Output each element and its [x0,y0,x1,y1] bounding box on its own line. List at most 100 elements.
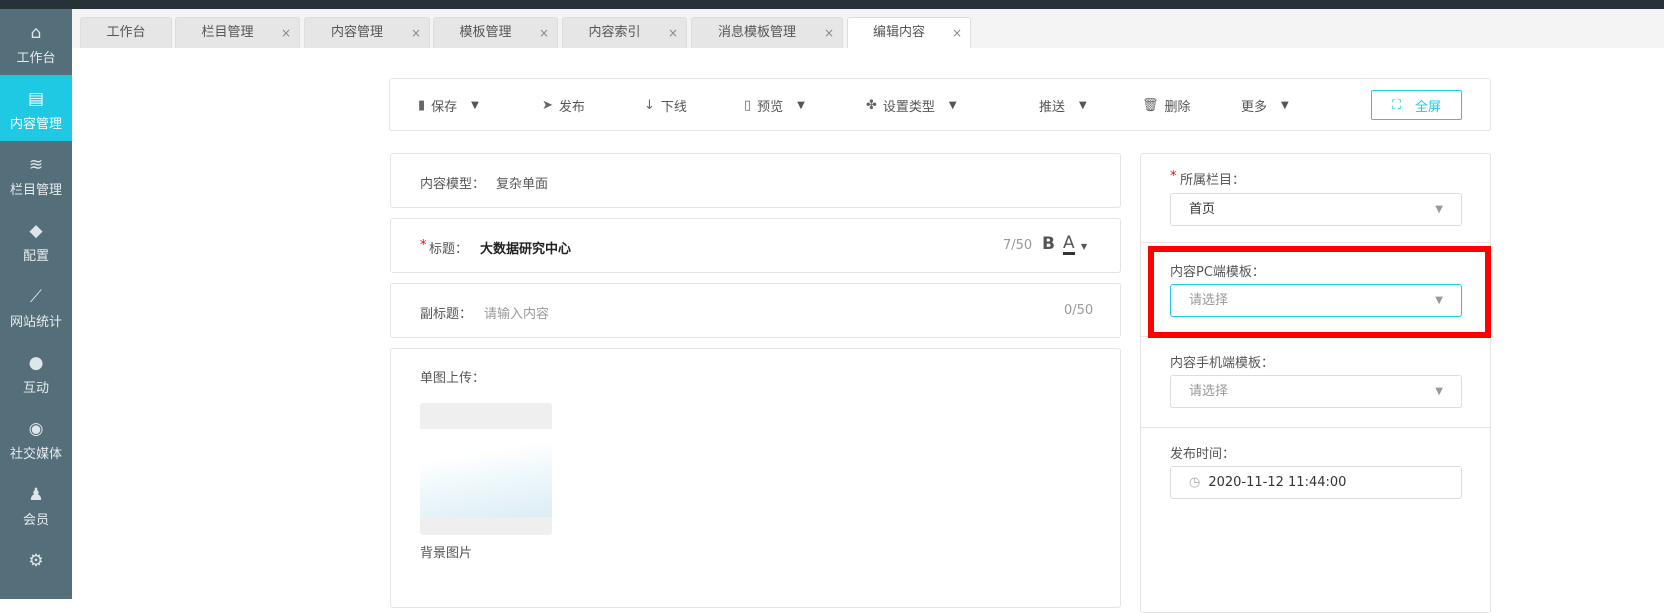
member-icon: ♟ [28,485,44,505]
sidebar: ⌂ 工作台 ▤ 内容管理 ≋ 栏目管理 ◆ 配置 ⟋ 网站统计 ● 互动 ◉ 社交媒体 ♟ 会员… [0,9,72,599]
tab-templates[interactable]: 模板管理 × [433,17,558,48]
push-button[interactable]: 推送 ▼ [1039,96,1087,115]
publish-time-input[interactable]: ◷ 2020-11-12 11:44:00 [1170,466,1462,499]
sidebar-item-settings[interactable]: ⚙ [0,537,72,603]
chevron-down-icon: ▼ [1435,386,1443,397]
save-icon: ▮ [418,98,426,113]
fullscreen-label: 全屏 [1415,99,1442,115]
grid-icon: ✤ [866,98,877,113]
divider [1141,427,1490,428]
highlight-box [1148,246,1491,338]
required-mark: * [420,238,427,253]
tab-bar: 工作台 栏目管理 × 内容管理 × 模板管理 × 内容索引 × 消息模板管理 × 编辑内容… [72,9,1664,48]
subtitle-input[interactable]: 请输入内容 [484,303,984,322]
save-button[interactable]: ▮ 保存 ▼ [418,96,479,115]
tab-workbench[interactable]: 工作台 [80,17,172,48]
title-input[interactable]: 大数据研究中心 [480,238,980,257]
document-icon: ▤ [27,89,45,109]
subtitle-label: 副标题： [420,307,473,322]
tab-label: 消息模板管理 [717,25,796,40]
top-bar [0,0,1664,9]
tab-label: 栏目管理 [201,25,254,40]
preview-button[interactable]: ▯ 预览 ▼ [744,96,805,115]
home-icon: ⌂ [30,23,42,43]
close-icon[interactable]: × [952,18,962,48]
column-select[interactable]: 首页 ▼ [1170,193,1462,226]
publish-time-value: 2020-11-12 11:44:00 [1208,475,1347,490]
send-icon: ➤ [542,98,553,113]
tab-label: 内容管理 [330,25,383,40]
bold-icon[interactable]: B [1042,234,1055,254]
image-upload-label: 单图上传： [420,371,486,386]
close-icon[interactable]: × [539,18,549,48]
chevron-down-icon: ▼ [797,100,805,111]
chevron-down-icon: ▼ [948,100,957,111]
sidebar-item-social[interactable]: ◉ 社交媒体 [0,405,72,471]
sidebar-item-config[interactable]: ◆ 配置 [0,207,72,273]
tab-label: 编辑内容 [872,25,925,40]
chat-icon: ● [28,353,44,373]
sidebar-item-label: 配置 [22,249,49,264]
sidebar-item-content[interactable]: ▤ 内容管理 [0,75,72,141]
clock-icon: ◷ [1189,475,1201,490]
layers-icon: ≋ [28,155,44,175]
cube-icon: ◆ [29,221,43,241]
fullscreen-button[interactable]: ⛶ 全屏 [1371,90,1462,120]
content-model-value: 复杂单面 [496,177,549,192]
more-label: 更多 [1241,100,1268,115]
image-upload-section: 单图上传： 背景图片 [390,348,1121,608]
title-char-count: 7/50 [1003,238,1033,253]
push-label: 推送 [1039,100,1066,115]
sidebar-item-columns[interactable]: ≋ 栏目管理 [0,141,72,207]
tab-label: 工作台 [106,25,146,40]
chevron-down-icon: ▼ [1281,100,1289,111]
close-icon[interactable]: × [668,18,678,48]
sidebar-item-stats[interactable]: ⟋ 网站统计 [0,273,72,339]
set-type-button[interactable]: ✤ 设置类型 ▼ [866,96,957,115]
sidebar-item-workbench[interactable]: ⌂ 工作台 [0,9,72,75]
tab-label: 模板管理 [459,25,512,40]
sidebar-item-interact[interactable]: ● 互动 [0,339,72,405]
font-color-icon[interactable]: A [1063,234,1075,255]
fullscreen-icon: ⛶ [1391,97,1402,113]
toolbar: ▮ 保存 ▼ ➤ 发布 ↓ 下线 ▯ 预览 ▼ ✤ 设置类型 ▼ 推送 ▼ 🗑 删除 更多 ▼ ⛶ 全屏 [389,78,1491,131]
mobile-template-select[interactable]: 请选择 ▼ [1170,375,1462,408]
close-icon[interactable]: × [824,18,834,48]
required-mark: * [1170,169,1177,184]
offline-label: 下线 [660,100,687,115]
close-icon[interactable]: × [281,18,291,48]
mobile-template-label: 内容手机端模板： [1170,356,1275,371]
offline-button[interactable]: ↓ 下线 [644,96,687,115]
more-button[interactable]: 更多 ▼ [1241,96,1289,115]
trash-icon: 🗑 [1142,98,1159,113]
publish-time-label: 发布时间： [1170,447,1236,462]
tab-content-index[interactable]: 内容索引 × [562,17,687,48]
subtitle-row: 副标题： 请输入内容 0/50 [390,283,1121,338]
line-chart-icon: ⟋ [30,287,42,307]
tab-message-templates[interactable]: 消息模板管理 × [691,17,843,48]
sidebar-item-member[interactable]: ♟ 会员 [0,471,72,537]
sidebar-item-label: 网站统计 [9,315,62,330]
sidebar-item-label: 社交媒体 [9,447,62,462]
image-caption: 背景图片 [420,546,473,561]
tab-label: 内容索引 [588,25,641,40]
tab-edit-content[interactable]: 编辑内容 × [847,17,971,48]
save-label: 保存 [431,100,458,115]
publish-label: 发布 [558,100,585,115]
tab-columns[interactable]: 栏目管理 × [175,17,300,48]
gear-icon: ⚙ [28,551,44,571]
arrow-down-icon: ↓ [644,98,655,113]
close-icon[interactable]: × [411,18,421,48]
sidebar-item-label: 工作台 [16,51,56,66]
title-row: * 标题： 大数据研究中心 7/50 B A ▼ [390,218,1121,273]
delete-button[interactable]: 🗑 删除 [1142,96,1191,115]
column-value: 首页 [1189,202,1216,217]
publish-button[interactable]: ➤ 发布 [542,96,585,115]
image-thumbnail[interactable] [420,403,552,535]
chevron-down-icon[interactable]: ▼ [1081,242,1087,251]
sidebar-item-label: 栏目管理 [9,183,62,198]
sidebar-item-label: 会员 [22,513,49,528]
chevron-down-icon: ▼ [471,100,479,111]
mobile-template-placeholder: 请选择 [1189,384,1229,399]
tab-content[interactable]: 内容管理 × [304,17,430,48]
